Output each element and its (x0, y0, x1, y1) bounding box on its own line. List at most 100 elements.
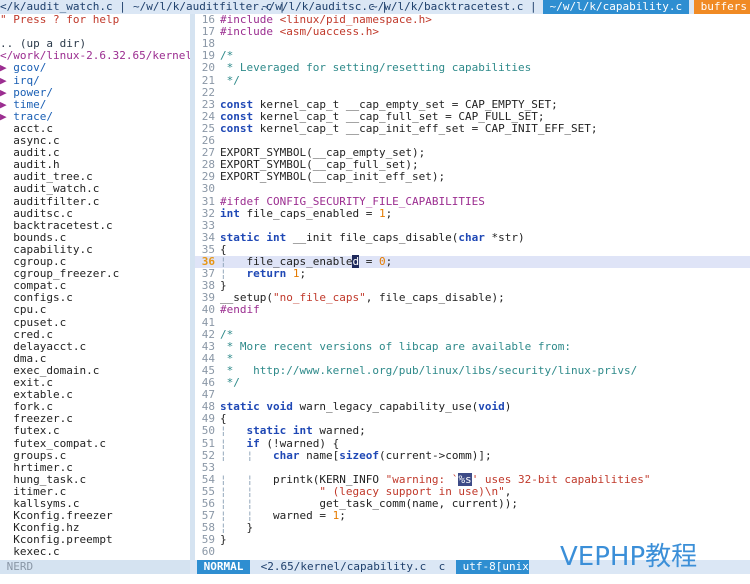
code-token: ; (339, 509, 346, 523)
code-line[interactable]: 20 * Leveraged for setting/resetting cap… (195, 62, 750, 74)
code-line[interactable]: 48 static void warn_legacy_capability_use… (195, 401, 750, 413)
code-line[interactable]: 57 ¦ ¦ warned = 1; (195, 510, 750, 522)
tab-audit-watch[interactable]: </k/audit_watch.c | (0, 0, 132, 14)
folder-arrow-icon: ▶ (0, 73, 14, 87)
code-token: #ifdef CONFIG_SECURITY_FILE_CAPABILITIES (220, 194, 485, 208)
code-token: ' uses 32-bit capabilities" (471, 472, 651, 486)
line-number: 40 (201, 303, 215, 317)
code-line[interactable]: 25 const kernel_cap_t __cap_init_eff_set … (195, 121, 750, 135)
tree-dir-label: irq/ (13, 73, 40, 87)
code-line[interactable]: 58 ¦ } (195, 522, 750, 534)
line-number: 30 (201, 182, 215, 196)
code-line[interactable]: 34 static int __init file_caps_disable(ch… (195, 230, 750, 244)
code-editor[interactable]: 16 #include <linux/pid_namespace.h> 17 #inc… (195, 14, 750, 570)
tree-dir-label: gcov/ (13, 61, 47, 75)
code-token: (current->comm)]; (379, 448, 492, 462)
code-token: char (458, 230, 485, 244)
code-token: ¦ ¦ (220, 509, 254, 523)
code-token: file_caps_enable (226, 255, 353, 268)
code-token: ; (385, 255, 393, 268)
line-number: 33 (201, 218, 215, 232)
file-path: <2.65/kernel/capability.c (254, 560, 433, 573)
code-token: <asm/uaccess.h> (279, 25, 379, 39)
code-token: */ (220, 73, 240, 87)
tree-file[interactable]: auditfilter.c (0, 195, 99, 208)
tree-file[interactable]: audit_watch.c (0, 183, 99, 195)
tree-file[interactable]: hrtimer.c (0, 461, 73, 474)
code-line[interactable]: 32 int file_caps_enabled = 1; (195, 206, 750, 220)
code-token: %s (458, 472, 472, 486)
line-number: 52 (201, 448, 215, 462)
tree-file[interactable]: delayacct.c (0, 340, 86, 353)
code-token: #include (220, 25, 280, 39)
code-token: 1 (292, 267, 300, 281)
code-token: kernel_cap_t __cap_init_eff_set = CAP_IN… (253, 121, 598, 135)
code-token: name[ (299, 448, 340, 462)
code-token: void (478, 400, 505, 414)
code-line[interactable]: 52 ¦ ¦ char name[sizeof(current->comm)]; (195, 448, 750, 462)
tree-file[interactable]: backtracetest.c (0, 219, 112, 232)
line-number: 50 (201, 424, 215, 438)
code-line[interactable]: 43 * More recent versions of libcap are … (195, 339, 750, 353)
tree-dir[interactable]: ▶ trace/ (0, 110, 53, 123)
code-token: char (273, 448, 300, 462)
code-token: kernel_cap_t __cap_empty_set = CAP_EMPTY… (253, 97, 558, 111)
encoding: utf-8[unix (456, 560, 529, 574)
nerdtree-status: NERD (0, 560, 190, 574)
code-token: } (220, 533, 227, 547)
code-line[interactable]: 40 #endif (195, 304, 750, 316)
code-token: EXPORT_SYMBOL(__cap_init_eff_set); (220, 170, 446, 184)
folder-arrow-icon: ▶ (0, 85, 14, 99)
code-token: /* (220, 49, 234, 63)
tree-file[interactable]: hung_task.c (0, 473, 86, 486)
line-number: 42 (201, 327, 215, 341)
tree-file[interactable]: cpu.c (0, 304, 46, 316)
tree-dir-label: power/ (13, 85, 53, 99)
code-token: ¦ ¦ (220, 472, 254, 486)
tab-capability[interactable]: ~/w/l/k/capability.c (543, 0, 689, 14)
code-token: __init file_caps_disable( (286, 230, 459, 244)
line-number: 44 (201, 351, 215, 365)
code-line[interactable]: 29 EXPORT_SYMBOL(__cap_init_eff_set); (195, 171, 750, 183)
tree-file[interactable]: futex_compat.c (0, 437, 106, 450)
code-line[interactable]: 21 */ (195, 73, 750, 87)
tree-file[interactable]: dma.c (0, 352, 46, 365)
mode-indicator: NORMAL (197, 560, 250, 574)
line-number: 41 (201, 315, 215, 329)
tree-file[interactable]: bounds.c (0, 231, 66, 244)
code-line[interactable]: 17 #include <asm/uaccess.h> (195, 26, 750, 38)
code-token: printk(KERN_INFO (253, 472, 386, 486)
line-number: 22 (201, 85, 215, 99)
code-token: = (359, 255, 379, 268)
filetype: c (432, 560, 452, 573)
code-line[interactable]: 46 */ (195, 377, 750, 389)
tree-file[interactable]: auditsc.c (0, 207, 73, 220)
code-line[interactable]: 18 (195, 38, 750, 50)
tree-file[interactable]: groups.c (0, 449, 66, 462)
code-token: { (220, 242, 227, 256)
code-line[interactable]: 37 ¦ return 1; (195, 268, 750, 280)
line-number: 32 (201, 206, 215, 220)
tree-file[interactable]: cred.c (0, 328, 53, 341)
code-line[interactable]: 41 (195, 315, 750, 329)
code-line[interactable]: 45 * http://www.kernel.org/pub/linux/lib… (195, 364, 750, 377)
line-number: 34 (201, 230, 215, 244)
code-token: * Leveraged for setting/resetting capabi… (220, 61, 532, 75)
tab-backtracetest[interactable]: ~/w/l/k/backtracetest.c | (371, 0, 543, 14)
code-token: , (504, 484, 512, 498)
tree-file[interactable]: kexec.c (0, 546, 59, 558)
code-token: 1 (378, 206, 386, 220)
code-token: * More recent versions of libcap are ava… (220, 339, 571, 353)
code-token: const (220, 97, 254, 111)
code-token: ¦ ¦ (220, 448, 254, 462)
code-token: , file_caps_disable); (365, 291, 505, 305)
code-line[interactable]: 39 __setup("no_file_caps", file_caps_disa… (195, 292, 750, 304)
code-token: int (220, 206, 240, 220)
tree-file[interactable]: cpuset.c (0, 316, 66, 329)
code-token: 0 (378, 255, 386, 268)
buffers-button[interactable]: buffers (694, 0, 750, 14)
tree-file[interactable]: futex.c (0, 425, 59, 437)
